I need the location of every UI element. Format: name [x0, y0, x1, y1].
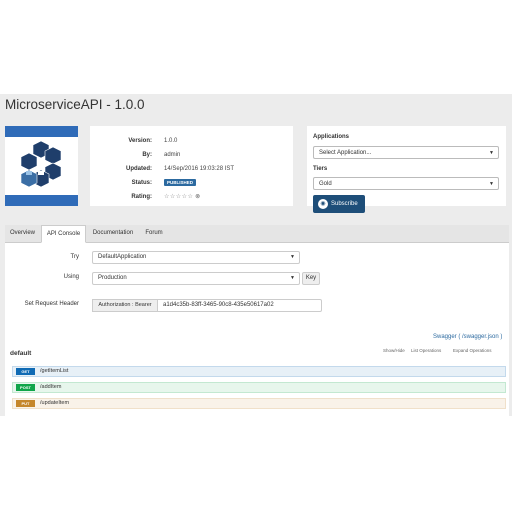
rating-label: Rating: [131, 194, 152, 200]
subscribe-label: Subscribe [331, 201, 358, 207]
using-label: Using [63, 274, 79, 280]
environment-select[interactable]: Production ▼ [92, 272, 300, 285]
updated-label: Updated: [126, 166, 152, 172]
thumbnail-top-bar [5, 126, 78, 137]
chevron-down-icon: ▼ [290, 275, 295, 281]
subscription-panel: Applications Select Application... ▼ Tie… [307, 126, 506, 206]
thumbnail-bottom-bar [5, 195, 78, 206]
environment-value: Production [98, 275, 127, 281]
authorization-addon: Authorization : Bearer [92, 299, 158, 312]
bell-icon: ◉ [318, 199, 328, 209]
operation-path: /updateItem [40, 400, 70, 406]
api-thumbnail [5, 126, 78, 206]
chevron-down-icon: ▼ [489, 150, 494, 156]
tab-overview[interactable]: Overview [5, 225, 40, 242]
authorization-token-field[interactable]: a1d4c35b-83ff-3465-90c8-435e50617a02 [157, 299, 322, 312]
method-badge: GET [16, 368, 35, 375]
subscribe-button[interactable]: ◉ Subscribe [313, 195, 365, 213]
application-select-value: Select Application... [319, 150, 372, 156]
api-tabs-panel: Overview API Console Documentation Forum… [5, 225, 509, 416]
method-badge: PUT [16, 400, 35, 407]
remove-rating-icon[interactable]: ⊗ [195, 194, 200, 200]
chevron-down-icon: ▼ [489, 181, 494, 187]
expand-operations-link[interactable]: Expand Operations [453, 348, 492, 353]
microservice-hexagon-icon [20, 140, 62, 188]
version-label: Version: [128, 138, 152, 144]
api-info-panel: Version: 1.0.0 By: admin Updated: 14/Sep… [90, 126, 293, 206]
page-title: MicroserviceAPI - 1.0.0 [5, 97, 145, 112]
operation-path: /addItem [40, 384, 62, 390]
by-label: By: [142, 152, 152, 158]
chevron-down-icon: ▼ [290, 254, 295, 260]
swagger-link[interactable]: Swagger ( /swagger.json ) [433, 334, 502, 340]
try-label: Try [70, 254, 79, 260]
key-button[interactable]: Key [302, 272, 320, 285]
application-select[interactable]: Select Application... ▼ [313, 146, 499, 159]
tier-select[interactable]: Gold ▼ [313, 177, 499, 190]
operation-update-item[interactable]: PUT /updateItem [12, 398, 506, 409]
version-value: 1.0.0 [164, 138, 178, 144]
tab-documentation[interactable]: Documentation [87, 225, 139, 242]
method-badge: POST [16, 384, 35, 391]
tab-forum[interactable]: Forum [141, 225, 167, 242]
rating-stars[interactable]: ☆☆☆☆☆ [164, 194, 193, 200]
applications-label: Applications [313, 134, 350, 140]
operation-add-item[interactable]: POST /addItem [12, 382, 506, 393]
tab-bar: Overview API Console Documentation Forum [5, 225, 509, 243]
tab-api-console[interactable]: API Console [41, 225, 86, 243]
status-badge: PUBLISHED [164, 179, 197, 186]
status-label: Status: [131, 180, 152, 186]
request-header-label: Set Request Header [24, 301, 79, 307]
operation-get-item-list[interactable]: GET /getItemList [12, 366, 506, 377]
operation-path: /getItemList [40, 368, 69, 374]
tiers-label: Tiers [313, 166, 328, 172]
api-details-frame: MicroserviceAPI - 1.0.0 Version: 1.0.0 B… [0, 94, 512, 416]
try-application-value: DefaultApplication [98, 254, 147, 260]
show-hide-link[interactable]: Show/Hide [383, 348, 405, 353]
operations-group-title: default [10, 350, 32, 357]
tier-select-value: Gold [319, 181, 332, 187]
by-value: admin [164, 152, 181, 158]
list-operations-link[interactable]: List Operations [411, 348, 441, 353]
updated-value: 14/Sep/2016 19:03:28 IST [164, 166, 235, 172]
try-application-select[interactable]: DefaultApplication ▼ [92, 251, 300, 264]
